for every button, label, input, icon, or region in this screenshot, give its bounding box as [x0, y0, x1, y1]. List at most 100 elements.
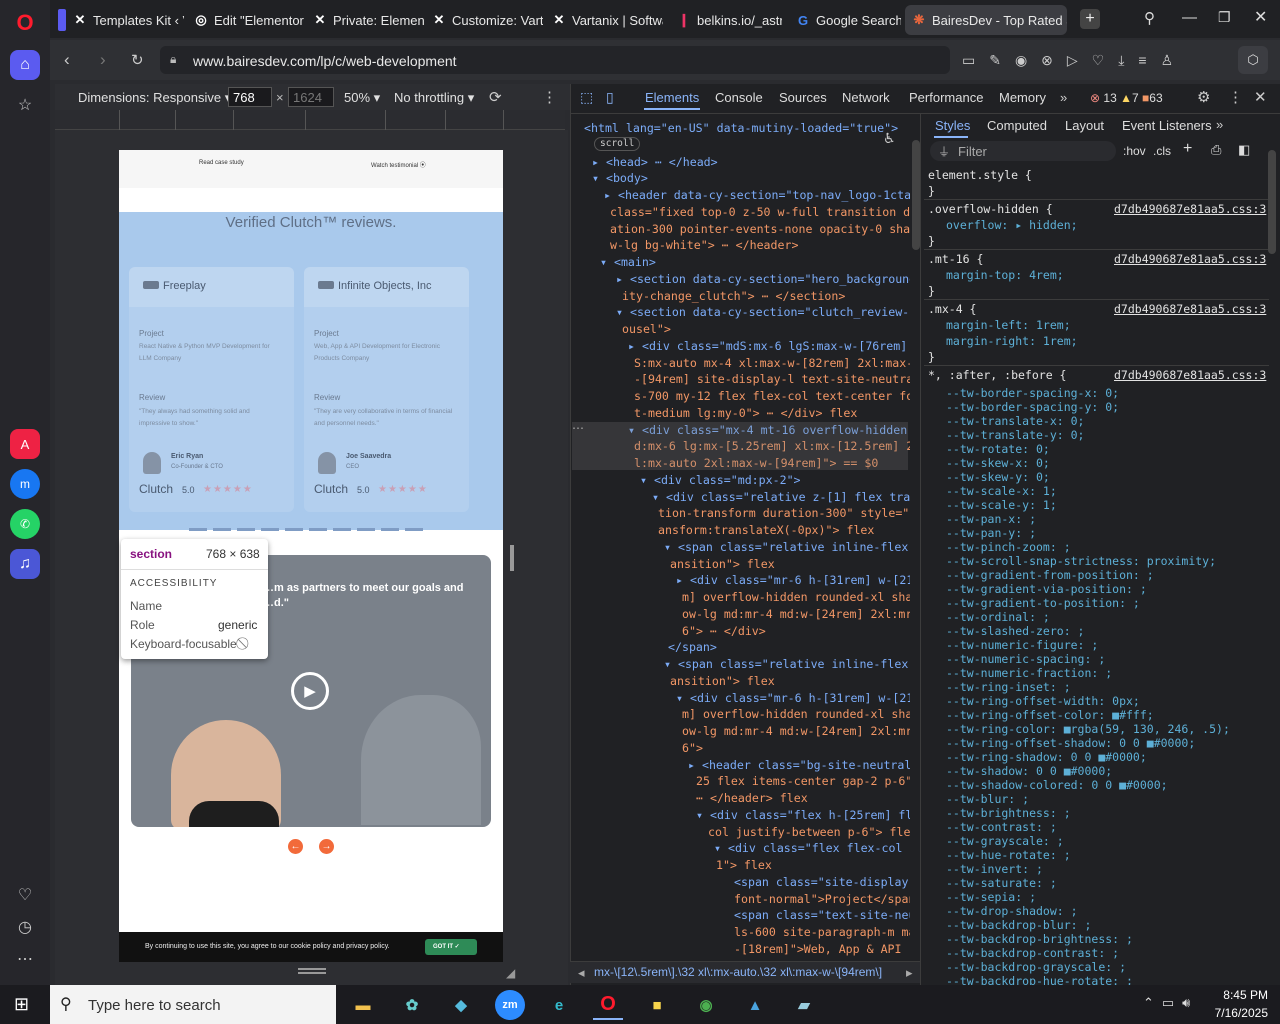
style-rule-selector[interactable]: *, :after, :before { — [928, 368, 1066, 382]
css-variable[interactable]: --tw-backdrop-blur: ; — [946, 918, 1091, 932]
dom-node-line[interactable]: 6"> — [682, 740, 703, 757]
opera-taskbar-icon[interactable]: O — [593, 990, 623, 1020]
watch-testimonial-link[interactable]: Watch testimonial ⦿ — [371, 160, 426, 169]
css-variable[interactable]: --tw-pan-x: ; — [946, 512, 1036, 526]
dom-node-line[interactable]: ity-change_clutch"> ⋯ </section> — [622, 288, 845, 305]
css-variable[interactable]: --tw-backdrop-contrast: ; — [946, 946, 1119, 960]
dom-node-line[interactable]: 1"> flex — [716, 857, 772, 874]
dom-node-line[interactable]: ow-lg md:mr-4 md:w-[24rem] 2xl:mr- — [682, 723, 910, 740]
dom-node-line[interactable]: <html lang="en-US" data-mutiny-loaded="t… — [584, 120, 898, 137]
dom-node-line[interactable]: <span class="site-display-xs — [734, 874, 910, 891]
style-rule-selector[interactable]: .overflow-hidden { — [928, 202, 1053, 216]
review-card[interactable]: Infinite Objects, Inc Project Web, App & A… — [304, 267, 469, 512]
devtools-tab-elements[interactable]: Elements — [645, 90, 699, 105]
dom-node-line[interactable]: ▾ <div class="mr-6 h-[31rem] w-[21re — [676, 690, 910, 707]
css-variable[interactable]: --tw-skew-y: 0; — [946, 470, 1050, 484]
dom-node-line[interactable]: ⋯ </header> flex — [696, 790, 808, 807]
app-diamond-icon[interactable]: ◆ — [446, 990, 476, 1020]
dom-node-line[interactable]: ▸ <head> ⋯ </head> — [592, 154, 718, 171]
style-rule-source-link[interactable]: d7db490687e81aa5.css:3 — [1114, 302, 1266, 316]
styles-rules[interactable]: element.style {} .overflow-hidden {d7db49… — [924, 140, 1269, 985]
device-toggle-icon[interactable]: ▯ — [606, 89, 614, 106]
photos-icon[interactable]: ▲ — [740, 990, 770, 1020]
close-devtools-icon[interactable]: ✕ — [1254, 88, 1267, 106]
css-variable[interactable]: --tw-scroll-snap-strictness: proximity; — [946, 554, 1216, 568]
style-rule-source-link[interactable]: d7db490687e81aa5.css:3 — [1114, 252, 1266, 266]
devtools-tab-performance[interactable]: Performance — [909, 90, 983, 105]
dom-node-line[interactable]: t-medium lg:my-0"> ⋯ </div> flex — [634, 405, 857, 422]
dom-node-line[interactable]: class="fixed top-0 z-50 w-full transitio… — [610, 204, 910, 221]
browser-tab[interactable]: ✕ Vartanix | Softwa — [545, 5, 663, 35]
read-case-study-link[interactable]: Read case study — [199, 160, 244, 166]
resize-handle-bottom[interactable] — [298, 968, 326, 974]
home-icon[interactable]: ⌂ — [10, 50, 40, 80]
browser-tab[interactable]: ◎ Edit "Elementor F — [187, 5, 305, 35]
breadcrumb-bar[interactable]: ◂ mx-\[12\.5rem\].\32 xl\:mx-auto.\32 xl… — [570, 961, 920, 983]
css-variable[interactable]: --tw-saturate: ; — [946, 876, 1057, 890]
dom-node-line[interactable]: ▸ <header data-cy-section="top-nav_logo-… — [604, 187, 910, 204]
dom-node-line[interactable]: ow-lg md:mr-4 md:w-[24rem] 2xl:mr- — [682, 606, 910, 623]
css-variable[interactable]: --tw-backdrop-grayscale: ; — [946, 960, 1126, 974]
elements-tree[interactable]: <html lang="en-US" data-mutiny-loaded="t… — [572, 118, 910, 961]
dom-node-line[interactable]: ls-600 site-paragraph-m max-w — [734, 924, 910, 941]
dom-node-line[interactable]: <span class="text-site-neutra — [734, 907, 910, 924]
browser-tab[interactable]: ✕ Customize: Varta — [425, 5, 543, 35]
dom-node-line[interactable]: 6"> ⋯ </div> — [682, 623, 766, 640]
devtools-tab-console[interactable]: Console — [715, 90, 763, 105]
breadcrumb-left-arrow[interactable]: ◂ — [578, 965, 585, 981]
browser-tab[interactable]: ✕ Private: Elemento — [306, 5, 424, 35]
app-icon[interactable]: ✿ — [397, 990, 427, 1020]
extensions-icon[interactable]: ⬡ — [1238, 46, 1268, 74]
zoom-dropdown[interactable]: 50% ▾ — [344, 90, 380, 106]
css-property[interactable]: margin-top: 4rem; — [946, 268, 1064, 282]
browser-tab[interactable]: ❋ BairesDev - Top Rated So — [905, 5, 1067, 35]
dom-node-line[interactable]: ▸ <div class="mr-6 h-[31rem] w-[21re — [676, 572, 910, 589]
back-button[interactable]: ‹ — [64, 50, 70, 70]
styles-subtab[interactable]: Styles — [935, 118, 970, 133]
styles-scrollbar[interactable] — [1268, 150, 1276, 254]
css-variable[interactable]: --tw-border-spacing-y: 0; — [946, 400, 1119, 414]
clock-date[interactable]: 7/16/2025 — [1200, 1006, 1268, 1020]
dimensions-dropdown[interactable]: Dimensions: Responsive ▾ — [78, 90, 231, 106]
dom-node-line[interactable]: col justify-between p-6"> flex — [708, 824, 910, 841]
css-variable[interactable]: --tw-sepia: ; — [946, 890, 1036, 904]
play-icon[interactable]: ▶ — [291, 672, 329, 710]
css-variable[interactable]: --tw-ring-inset: ; — [946, 680, 1071, 694]
browser-tab[interactable]: ✕ Templates Kit ‹ V — [66, 5, 184, 35]
chrome-icon[interactable]: ◉ — [691, 990, 721, 1020]
css-variable[interactable]: --tw-border-spacing-x: 0; — [946, 386, 1119, 400]
media-query-ruler[interactable] — [55, 110, 565, 130]
css-variable[interactable]: --tw-translate-x: 0; — [946, 414, 1084, 428]
devtools-tab-memory[interactable]: Memory — [999, 90, 1046, 105]
css-variable[interactable]: --tw-rotate: 0; — [946, 442, 1050, 456]
dom-node-line[interactable]: ansform:translateX(-0px)"> flex — [658, 522, 874, 539]
aria-icon[interactable]: A — [10, 429, 40, 459]
dom-node-line[interactable]: ▾ <body> — [592, 170, 648, 187]
height-input[interactable]: 1624 — [288, 87, 334, 107]
system-tray-icons[interactable]: ⌃▭🔊︎ — [1143, 995, 1198, 1011]
style-rule-source-link[interactable]: d7db490687e81aa5.css:3 — [1114, 202, 1266, 216]
sticky-notes-icon[interactable]: ■ — [642, 990, 672, 1020]
browser-tab[interactable]: ❙ belkins.io/_astro — [670, 5, 782, 35]
dom-node-line[interactable]: ▾ <main> — [600, 254, 656, 271]
accessibility-tree-icon[interactable]: ♿︎ — [883, 130, 896, 147]
devtools-menu-icon[interactable]: ⋮ — [1228, 88, 1243, 106]
dom-node-line[interactable]: ▾ <div class="relative z-[1] flex transi — [652, 489, 910, 506]
opera-logo-icon[interactable]: O — [10, 8, 40, 38]
whatsapp-icon[interactable]: ✆ — [10, 509, 40, 539]
carousel-prev-button[interactable]: ← — [288, 839, 303, 854]
review-card[interactable]: Freeplay Project React Native & Python MVP… — [129, 267, 294, 512]
styles-subtab[interactable]: Computed — [987, 118, 1047, 133]
breadcrumb-right-arrow[interactable]: ▸ — [906, 965, 913, 981]
more-tabs-icon[interactable]: » — [1060, 90, 1067, 105]
dom-node-line[interactable]: m] overflow-hidden rounded-xl shad — [682, 706, 910, 723]
address-bar-tools[interactable]: ▭✎◉⊗▷♡⤓≡♙ — [962, 52, 1187, 69]
more-icon[interactable]: ⋯ — [10, 944, 40, 974]
css-variable[interactable]: --tw-pan-y: ; — [946, 526, 1036, 540]
throttling-dropdown[interactable]: No throttling ▾ — [394, 90, 474, 106]
css-variable[interactable]: --tw-gradient-to-position: ; — [946, 596, 1140, 610]
css-variable[interactable]: --tw-shadow-colored: 0 0 ■#0000; — [946, 778, 1168, 792]
heart-icon[interactable]: ♡ — [10, 880, 40, 910]
dom-node-line[interactable]: tion-transform duration-300" style="tr — [658, 505, 910, 522]
dom-node-line[interactable]: 25 flex items-center gap-2 p-6"> — [696, 773, 910, 790]
